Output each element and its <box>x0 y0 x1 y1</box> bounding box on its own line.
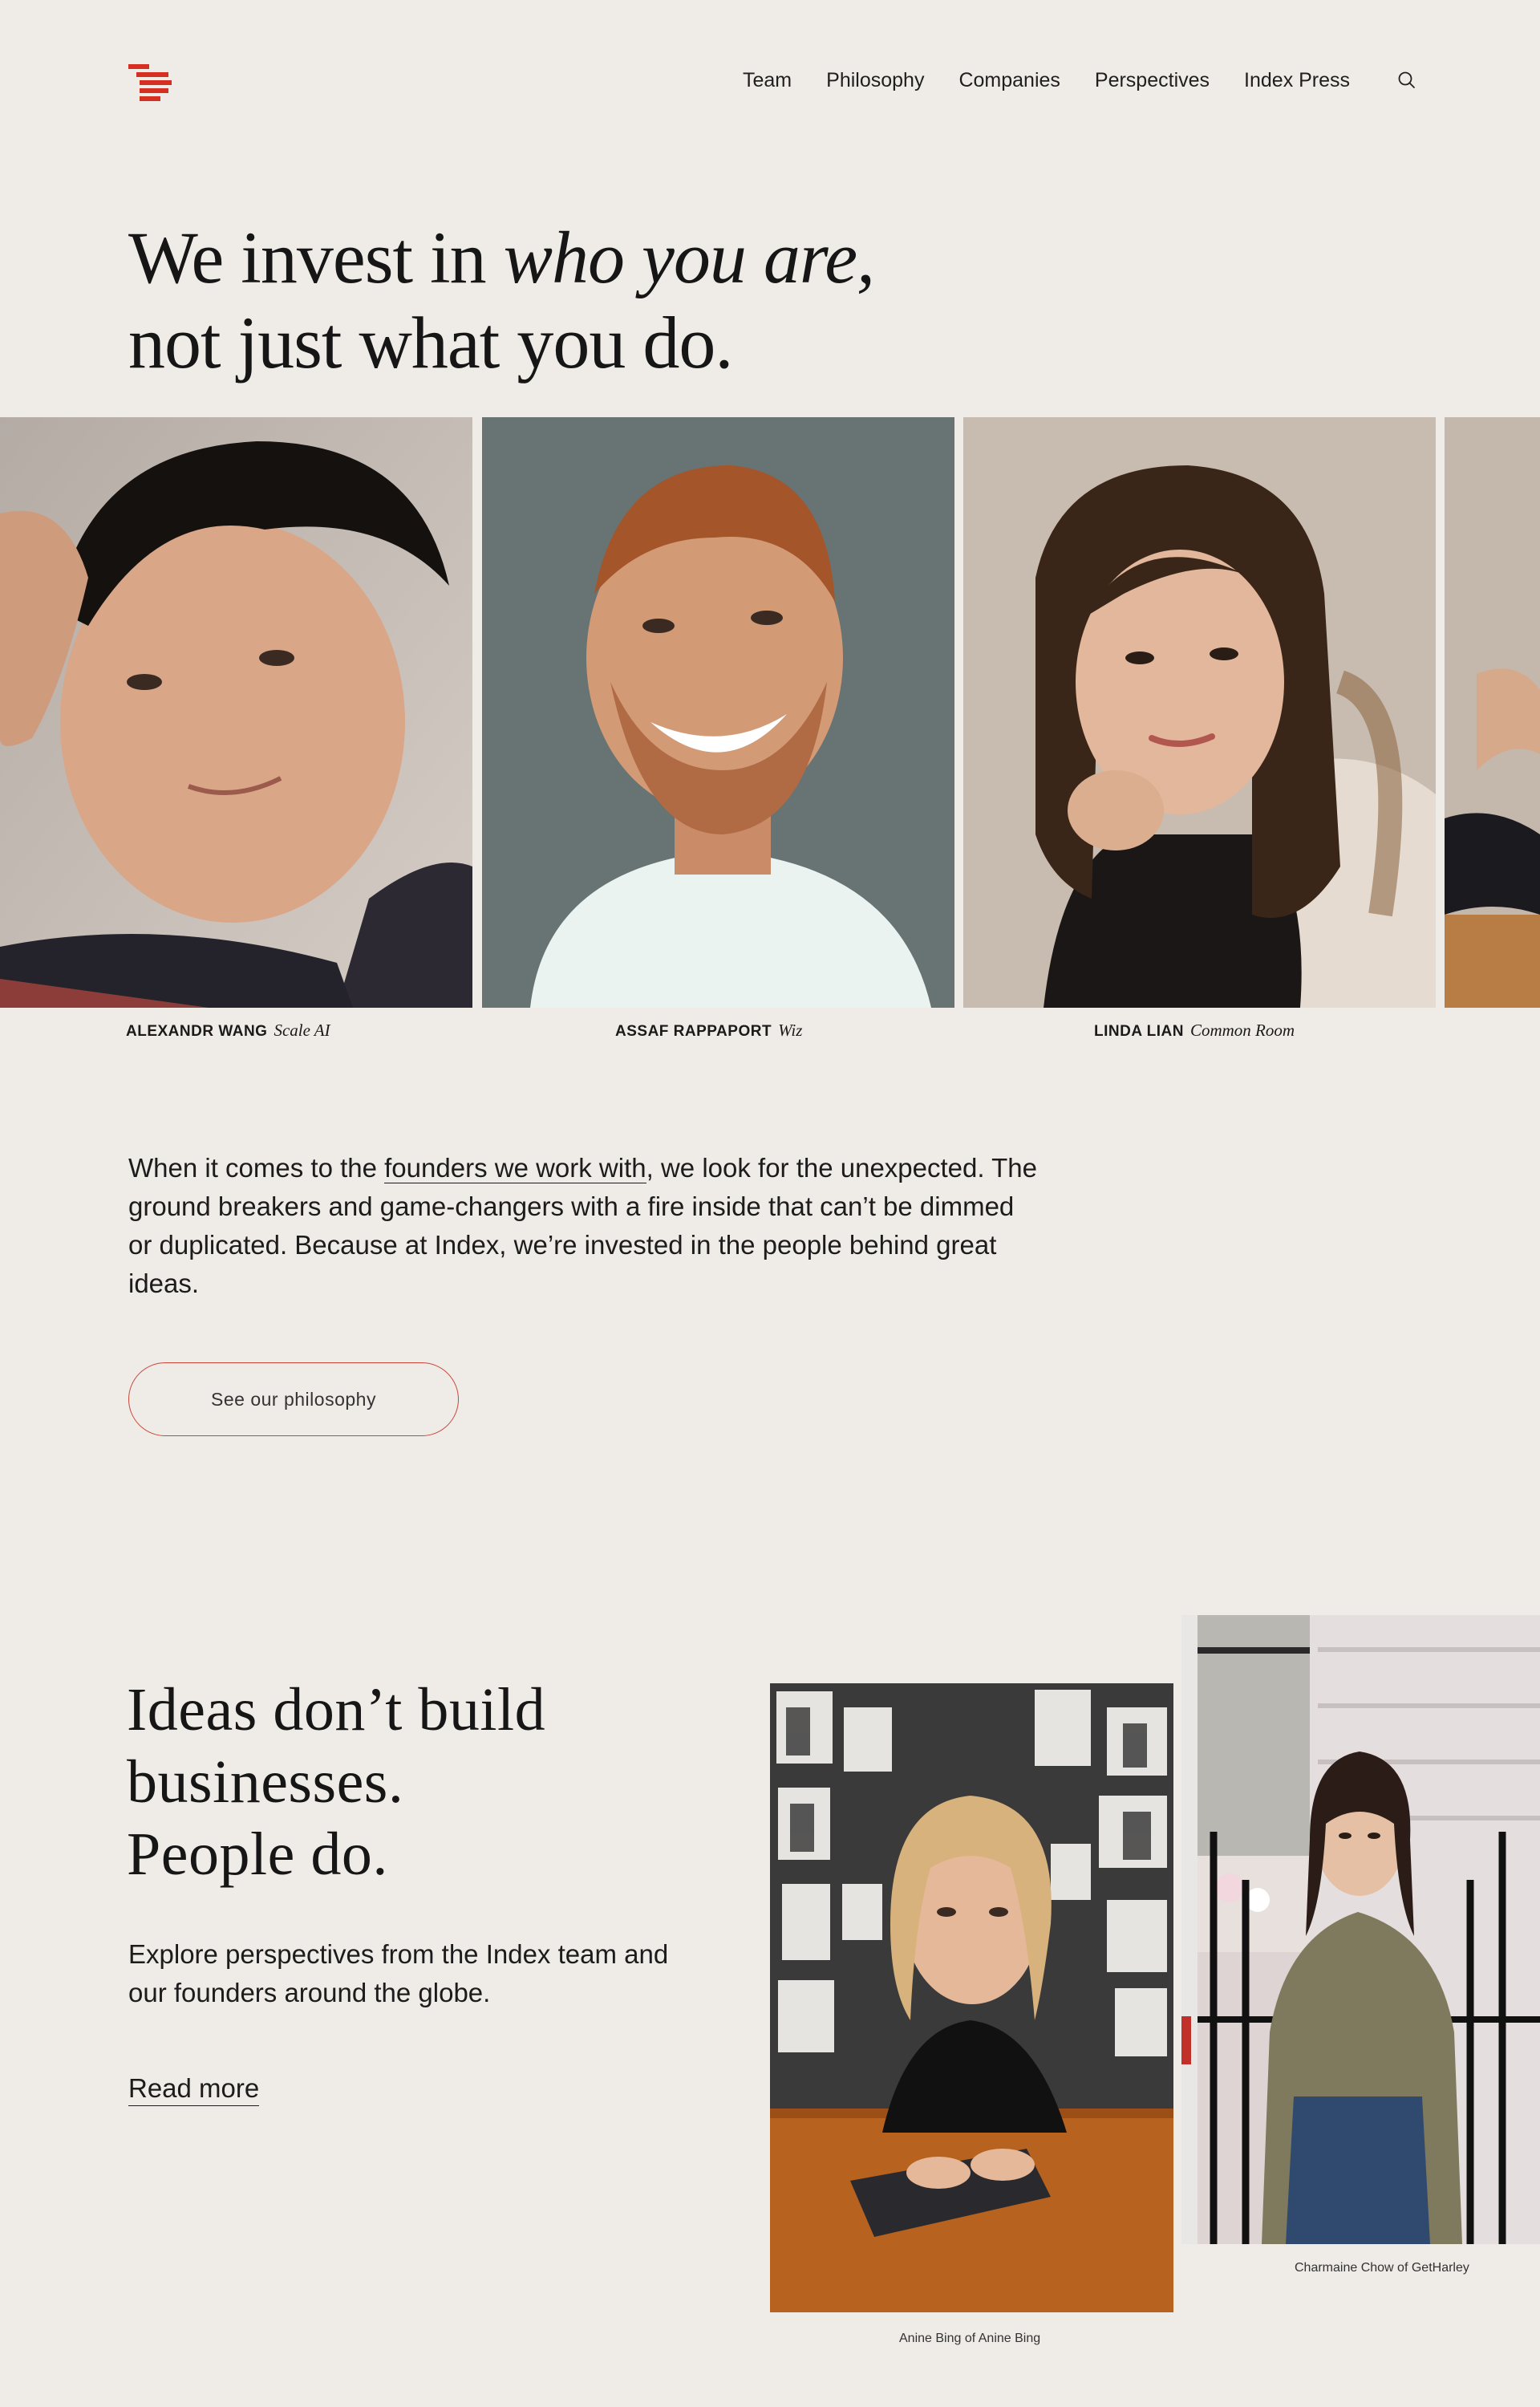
index-logo[interactable] <box>128 64 172 101</box>
nav-philosophy[interactable]: Philosophy <box>826 69 924 92</box>
founder-portrait-linda-lian[interactable] <box>963 417 1436 1008</box>
nav-companies[interactable]: Companies <box>958 69 1060 92</box>
founder-company: Common Room <box>1189 1021 1295 1040</box>
photo-caption-charmaine: Charmaine Chow of GetHarley <box>1295 2261 1469 2275</box>
hero-line1-start: We invest in <box>128 217 504 298</box>
perspectives-title-line3: People do. <box>127 1820 388 1888</box>
intro-paragraph: When it comes to the founders we work wi… <box>128 1149 1043 1303</box>
intro-text-start: When it comes to the <box>128 1153 385 1183</box>
hero-line1-emphasis: who you are, <box>503 217 875 298</box>
search-icon[interactable] <box>1396 70 1419 92</box>
read-more-link[interactable]: Read more <box>128 2073 260 2106</box>
perspectives-title: Ideas don’t build businesses. People do. <box>127 1674 545 1890</box>
logo-bar <box>136 72 168 77</box>
founder-caption: Alexandr Wang Scale AI <box>126 1021 330 1041</box>
founder-caption: Assaf Rappaport Wiz <box>615 1021 802 1041</box>
photo-charmaine-chow[interactable] <box>1181 1615 1540 2244</box>
founder-company: Scale AI <box>274 1021 330 1040</box>
perspectives-text: Explore perspectives from the Index team… <box>128 1939 669 2007</box>
logo-bar <box>140 96 160 101</box>
logo-bar <box>140 88 168 93</box>
photo-anine-bing[interactable] <box>770 1683 1173 2312</box>
logo-bar <box>128 64 149 69</box>
perspectives-title-line2: businesses. <box>127 1748 404 1816</box>
founder-portrait-alexandr-wang[interactable] <box>0 417 472 1008</box>
founder-company: Wiz <box>778 1021 803 1040</box>
founder-caption: Linda Lian Common Room <box>1094 1021 1295 1041</box>
logo-bar <box>140 80 172 85</box>
founder-name: Alexandr Wang <box>126 1023 268 1040</box>
photo-caption-anine: Anine Bing of Anine Bing <box>899 2332 1041 2345</box>
founder-portrait-assaf-rappaport[interactable] <box>482 417 954 1008</box>
founders-link[interactable]: founders we work with <box>384 1153 646 1183</box>
perspectives-title-line1: Ideas don’t build <box>127 1676 546 1743</box>
nav-team[interactable]: Team <box>743 69 792 92</box>
hero-title: We invest in who you are, not just what … <box>128 215 875 385</box>
hero-line2: not just what you do. <box>128 302 733 384</box>
founder-portrait-partial[interactable] <box>1445 417 1540 1008</box>
founder-name: Linda Lian <box>1094 1023 1184 1040</box>
founder-name: Assaf Rappaport <box>615 1023 772 1040</box>
main-nav: Team Philosophy Companies Perspectives I… <box>743 69 1419 92</box>
nav-index-press[interactable]: Index Press <box>1244 69 1350 92</box>
see-philosophy-button[interactable]: See our philosophy <box>128 1362 459 1436</box>
nav-perspectives[interactable]: Perspectives <box>1095 69 1210 92</box>
